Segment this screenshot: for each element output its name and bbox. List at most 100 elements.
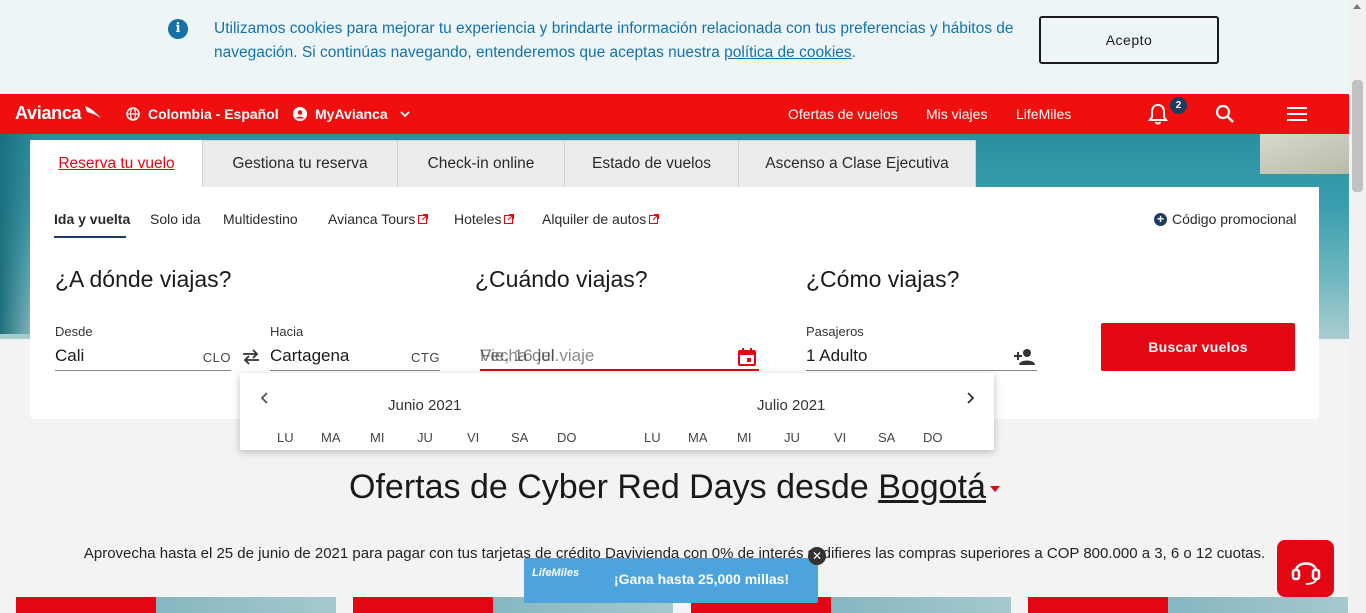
offer-card[interactable] (1028, 597, 1348, 613)
weekday-header: MI (737, 430, 752, 445)
passengers-field[interactable]: 1 Adulto (806, 343, 1037, 371)
subtab-avianca-tours[interactable]: Avianca Tours (328, 211, 429, 227)
offer-card-tag (353, 597, 493, 613)
origin-field[interactable]: Cali CLO (55, 343, 231, 371)
swap-arrows-icon[interactable] (241, 348, 261, 366)
myavianca-menu[interactable]: MyAvianca (293, 106, 410, 122)
add-person-icon (1014, 349, 1035, 365)
destination-value: Cartagena (270, 346, 350, 365)
cookie-text-end: . (851, 44, 856, 61)
offers-title: Ofertas de Cyber Red Days desde Bogotá (0, 468, 1349, 507)
user-circle-icon (293, 107, 307, 121)
calendar-month-left: Junio 2021 (388, 397, 462, 414)
subtab-label: Multidestino (223, 211, 298, 227)
to-label: Hacia (270, 324, 304, 339)
country-label: Colombia - Español (148, 106, 279, 122)
nav-link-lifemiles[interactable]: LifeMiles (1016, 106, 1071, 122)
scroll-up-arrow-icon[interactable] (1353, 4, 1361, 9)
weekday-header: DO (923, 430, 943, 445)
destination-code: CTG (411, 350, 440, 365)
subtab-label: Ida y vuelta (54, 211, 131, 227)
weekday-header: SA (511, 430, 529, 445)
subtab-alquiler-autos[interactable]: Alquiler de autos (542, 211, 660, 227)
tab-ascenso-ejecutiva[interactable]: Ascenso a Clase Ejecutiva (738, 140, 976, 187)
subtab-label: Solo ida (150, 211, 201, 227)
cookie-message: Utilizamos cookies para mejorar tu exper… (214, 17, 1014, 65)
offers-city-selector[interactable]: Bogotá (878, 468, 986, 506)
chevron-right-icon[interactable] (963, 391, 977, 405)
headset-icon (1291, 561, 1320, 585)
close-icon[interactable]: ✕ (808, 547, 826, 565)
offer-card[interactable] (16, 597, 336, 613)
origin-code: CLO (202, 350, 231, 365)
weekday-header: MA (688, 430, 708, 445)
caret-down-icon[interactable] (989, 486, 1000, 493)
subtab-hoteles[interactable]: Hoteles (454, 211, 515, 227)
calendar-month-right: Julio 2021 (757, 397, 826, 414)
pax-label: Pasajeros (806, 324, 864, 339)
from-label: Desde (55, 324, 93, 339)
search-flights-button[interactable]: Buscar vuelos (1101, 323, 1295, 371)
promo-code-link[interactable]: + Código promocional (1154, 211, 1297, 227)
origin-value: Cali (55, 346, 85, 365)
subtab-label: Avianca Tours (328, 211, 416, 227)
tab-reserva-vuelo[interactable]: Reserva tu vuelo (30, 140, 203, 187)
destination-field[interactable]: Cartagena CTG (270, 343, 440, 371)
subtab-label: Hoteles (454, 211, 502, 227)
promo-code-label: Código promocional (1172, 211, 1297, 227)
accept-cookies-button[interactable]: Acepto (1039, 16, 1219, 64)
chevron-left-icon[interactable] (258, 391, 272, 405)
weekday-header: JU (784, 430, 800, 445)
weekday-header: VI (834, 430, 847, 445)
info-icon: i (168, 19, 188, 39)
external-link-icon (649, 214, 660, 224)
notification-badge: 2 (1170, 97, 1187, 114)
chevron-down-icon (399, 111, 410, 118)
cookie-policy-link[interactable]: política de cookies (724, 44, 852, 61)
calendar-icon[interactable] (737, 347, 757, 367)
heading-when: ¿Cuándo viajas? (475, 266, 648, 292)
cookie-text: Utilizamos cookies para mejorar tu exper… (214, 20, 1014, 61)
subtab-ida-vuelta[interactable]: Ida y vuelta (54, 211, 130, 227)
tab-estado-vuelos[interactable]: Estado de vuelos (564, 140, 739, 187)
search-icon[interactable] (1215, 104, 1235, 124)
avianca-logo[interactable]: Avianca (15, 103, 82, 124)
nav-link-mis-viajes[interactable]: Mis viajes (926, 106, 987, 122)
subtab-label: Alquiler de autos (542, 211, 647, 227)
nav-link-ofertas[interactable]: Ofertas de vuelos (788, 106, 898, 122)
scrollbar-thumb[interactable] (1352, 80, 1363, 192)
weekday-header: DO (557, 430, 577, 445)
date-value: Vie, 16 jul. (480, 346, 560, 365)
external-link-icon (504, 214, 515, 224)
cookie-banner: i Utilizamos cookies para mejorar tu exp… (0, 0, 1349, 94)
bell-icon[interactable] (1148, 103, 1168, 125)
subtab-solo-ida[interactable]: Solo ida (150, 211, 201, 227)
hamburger-menu-icon[interactable] (1287, 106, 1307, 122)
offer-card-tag (1028, 597, 1168, 613)
plus-circle-icon: + (1154, 212, 1167, 226)
weekday-header: VI (467, 430, 480, 445)
weekday-header: LU (277, 430, 294, 445)
date-picker-popup: Junio 2021 Julio 2021 LU MA MI JU VI SA … (240, 373, 994, 450)
heading-how: ¿Cómo viajas? (806, 266, 960, 292)
tab-gestiona-reserva[interactable]: Gestiona tu reserva (202, 140, 398, 187)
page-scrollbar[interactable] (1349, 0, 1366, 613)
heading-where: ¿A dónde viajas? (55, 266, 232, 292)
weekday-header: JU (417, 430, 433, 445)
tab-check-in[interactable]: Check-in online (397, 140, 565, 187)
external-link-icon (418, 214, 429, 224)
globe-icon (126, 107, 140, 121)
offers-title-text: Ofertas de Cyber Red Days desde (349, 468, 879, 506)
date-field[interactable]: Fecha del viaje Vie, 16 jul. (480, 343, 759, 371)
subtab-active-indicator (54, 236, 126, 238)
subtab-multidestino[interactable]: Multidestino (223, 211, 298, 227)
support-chat-button[interactable] (1277, 540, 1334, 597)
offer-card-tag (16, 597, 156, 613)
country-language-selector[interactable]: Colombia - Español (126, 106, 279, 122)
lifemiles-promo-banner[interactable]: LifeMiles ¡Gana hasta 25,000 millas! (524, 558, 818, 603)
top-navigation: Avianca Colombia - Español MyAvianca Ofe… (0, 94, 1349, 134)
weekday-header: MA (321, 430, 341, 445)
weekday-header: LU (644, 430, 661, 445)
weekday-header: MI (370, 430, 385, 445)
passengers-value: 1 Adulto (806, 346, 868, 365)
